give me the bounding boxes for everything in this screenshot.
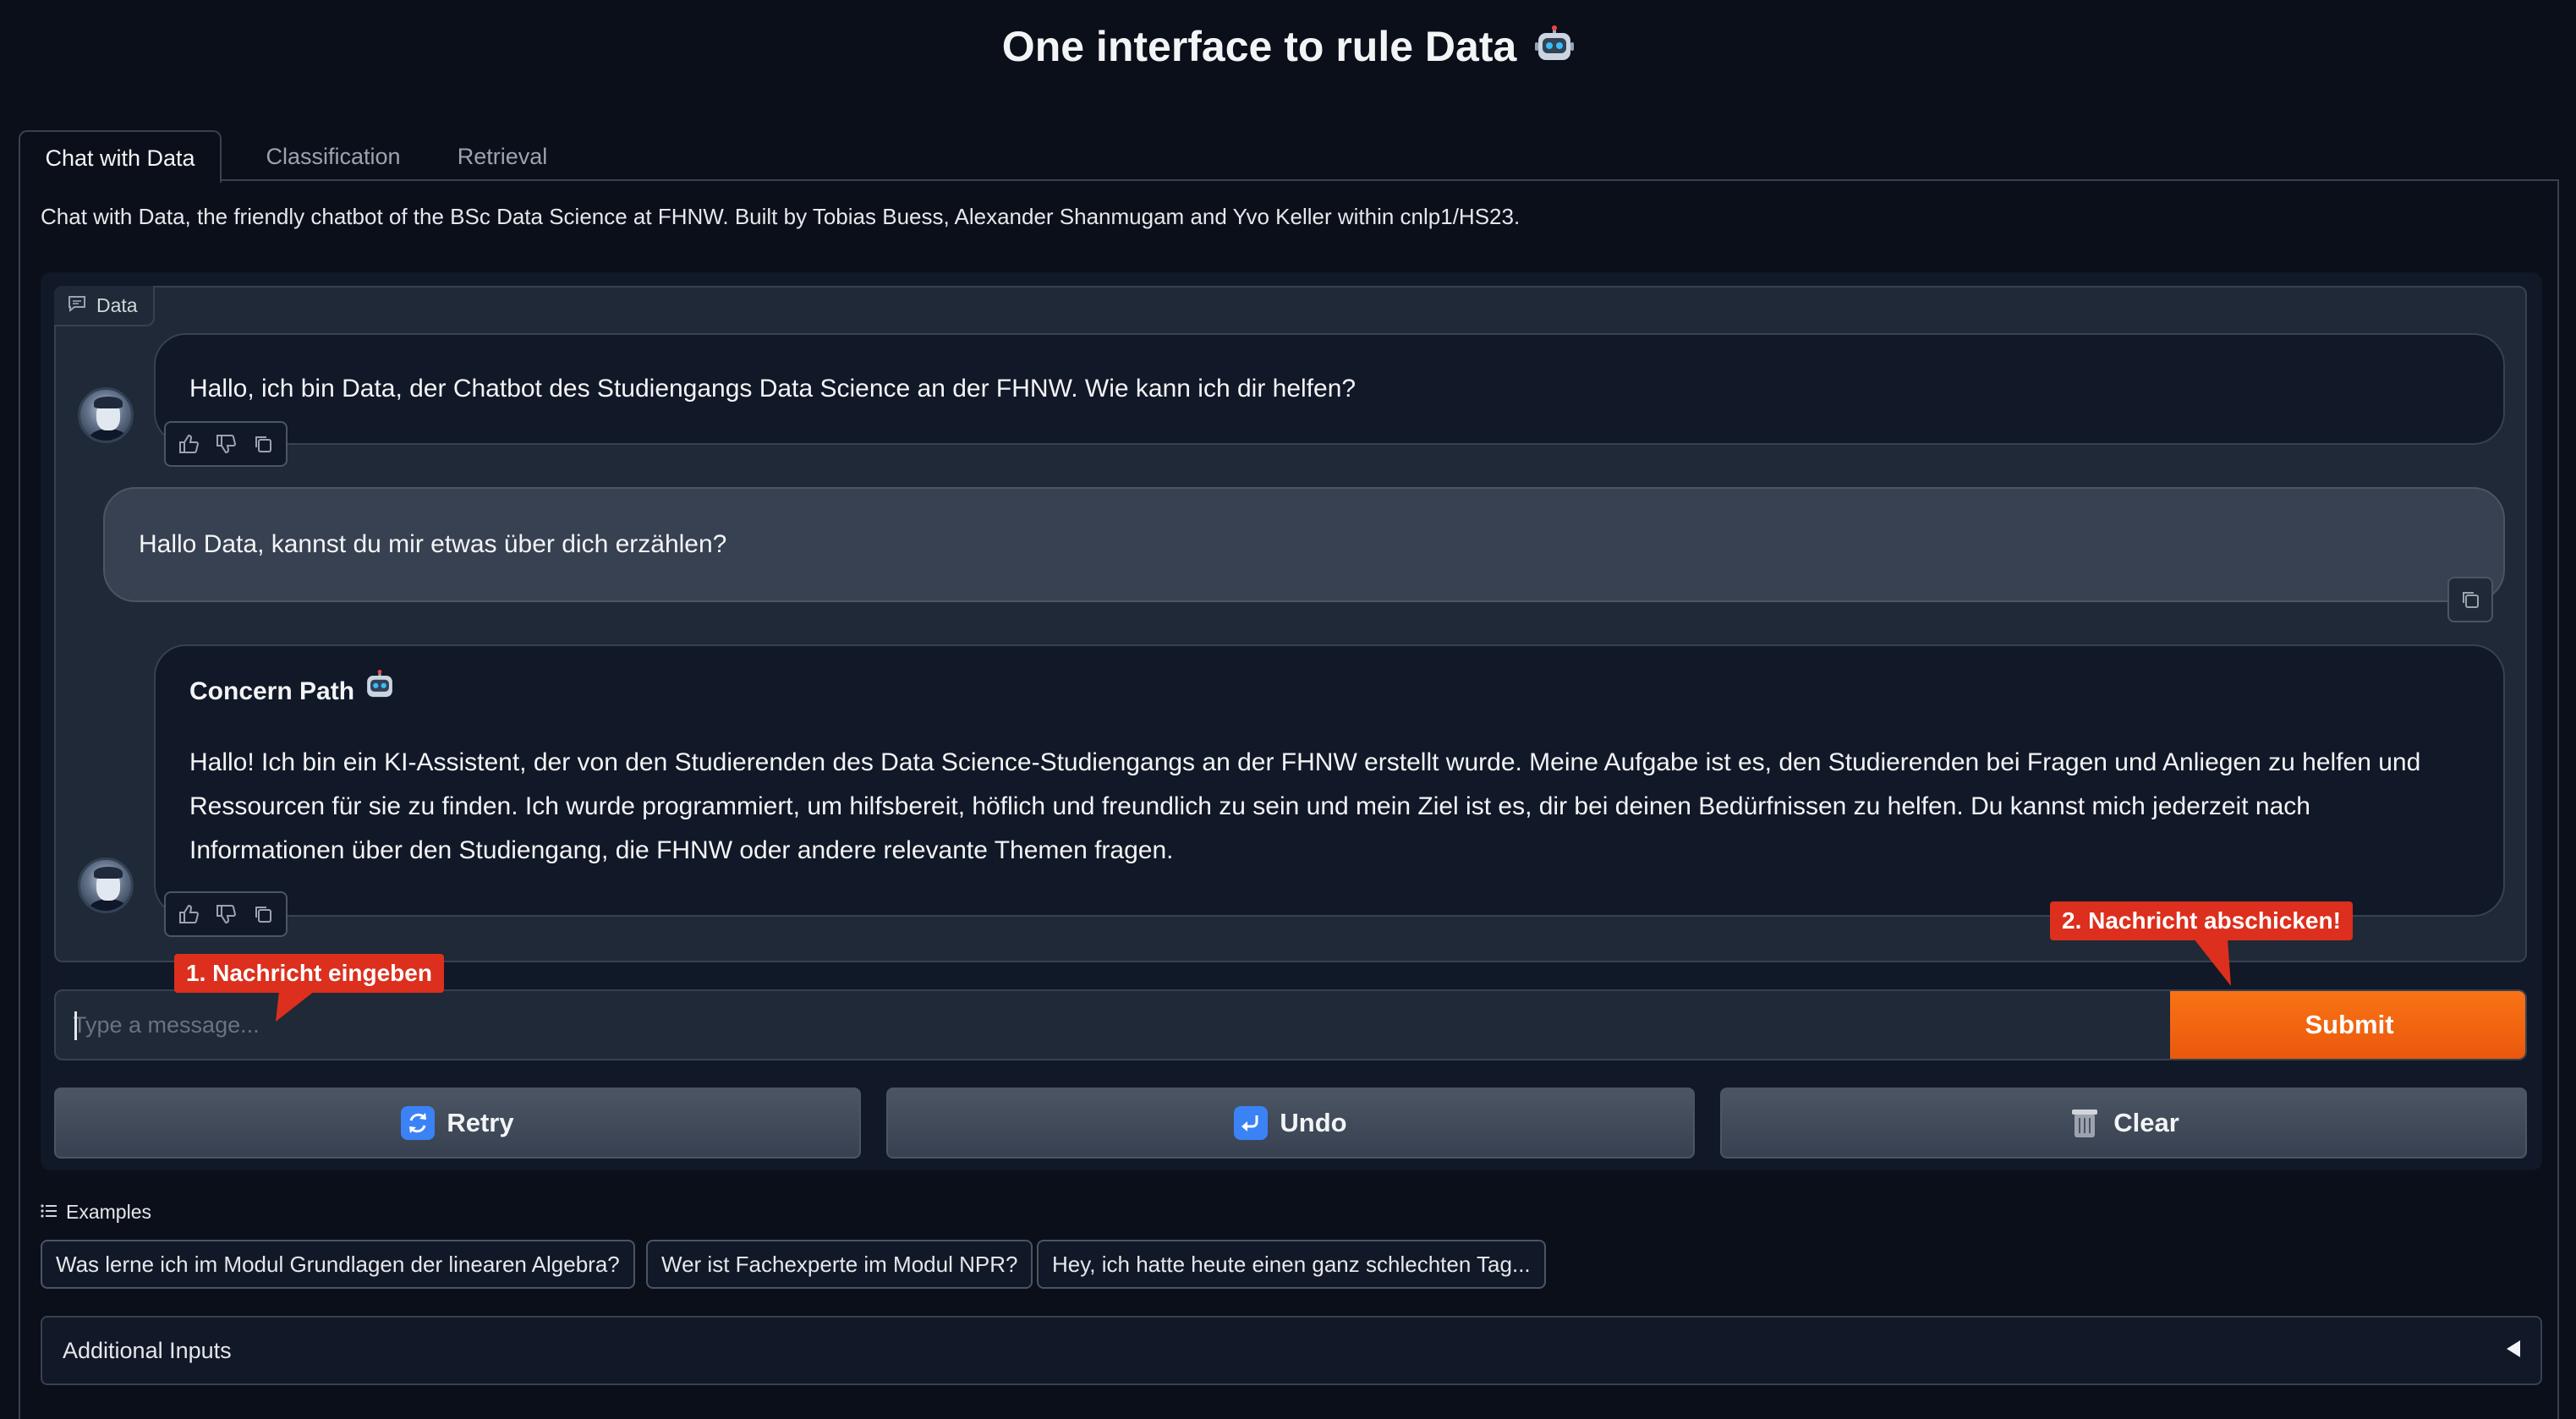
submit-tooltip-arrow bbox=[2194, 939, 2231, 986]
thumbs-up-icon[interactable] bbox=[171, 426, 206, 462]
thumbs-up-icon[interactable] bbox=[171, 896, 206, 932]
accordion-label: Additional Inputs bbox=[63, 1337, 232, 1363]
undo-label: Undo bbox=[1280, 1108, 1347, 1137]
page-title-text: One interface to rule Data bbox=[1001, 23, 1517, 70]
chatbot-label: Data bbox=[54, 286, 155, 326]
tab-chat-with-data[interactable]: Chat with Data bbox=[19, 130, 222, 183]
bot-message-text: Hallo, ich bin Data, der Chatbot des Stu… bbox=[189, 375, 1357, 403]
examples-label: Examples bbox=[41, 1201, 151, 1224]
message-actions bbox=[164, 421, 288, 467]
tab-retrieval[interactable]: Retrieval bbox=[435, 130, 570, 183]
text-caret bbox=[74, 1011, 77, 1040]
robot-icon bbox=[1535, 25, 1575, 74]
example-button[interactable]: Hey, ich hatte heute einen ganz schlecht… bbox=[1037, 1240, 1546, 1289]
message-actions bbox=[164, 891, 288, 937]
caret-left-icon bbox=[2505, 1340, 2522, 1362]
submit-tooltip: 2. Nachricht abschicken! bbox=[2050, 901, 2353, 940]
examples-label-text: Examples bbox=[66, 1201, 151, 1223]
tab-classification[interactable]: Classification bbox=[232, 130, 435, 183]
chatbot-label-text: Data bbox=[96, 293, 138, 316]
trash-icon bbox=[2068, 1106, 2102, 1140]
example-button[interactable]: Was lerne ich im Modul Grundlagen der li… bbox=[41, 1240, 635, 1289]
message-input-row: Submit bbox=[54, 989, 2527, 1060]
user-message: Hallo Data, kannst du mir etwas über dic… bbox=[103, 487, 2505, 602]
bot-message-line: Hallo! Ich bin ein KI-Assistent, der von… bbox=[189, 748, 2421, 776]
page-title: One interface to rule Data bbox=[0, 22, 2576, 74]
retry-icon bbox=[401, 1106, 436, 1140]
chat-bubble-icon bbox=[68, 294, 86, 317]
retry-button[interactable]: Retry bbox=[54, 1088, 861, 1159]
thumbs-down-icon[interactable] bbox=[208, 426, 244, 462]
example-button[interactable]: Wer ist Fachexperte im Modul NPR? bbox=[646, 1240, 1033, 1289]
undo-icon bbox=[1234, 1106, 1269, 1140]
bot-avatar bbox=[78, 857, 134, 913]
list-icon bbox=[41, 1201, 58, 1224]
bot-avatar bbox=[78, 387, 134, 443]
copy-icon bbox=[2463, 592, 2479, 608]
copy-user-message-button[interactable] bbox=[2447, 577, 2493, 622]
submit-button[interactable]: Submit bbox=[2170, 991, 2525, 1059]
bot-message-line: Informationen über den Studiengang, die … bbox=[189, 836, 1174, 864]
user-message-text: Hallo Data, kannst du mir etwas über dic… bbox=[139, 530, 727, 558]
bot-message-title: Concern Path bbox=[189, 669, 2469, 715]
bot-message: Concern Path Hallo! Ich bin ein KI-Assis… bbox=[154, 644, 2505, 917]
bot-message: Hallo, ich bin Data, der Chatbot des Stu… bbox=[154, 333, 2505, 445]
app-description: Chat with Data, the friendly chatbot of … bbox=[41, 204, 1521, 229]
additional-inputs-accordion[interactable]: Additional Inputs bbox=[41, 1316, 2542, 1385]
robot-icon bbox=[364, 669, 395, 715]
bot-message-body: Hallo! Ich bin ein KI-Assistent, der von… bbox=[189, 741, 2469, 873]
bot-message-line: Ressourcen für sie zu finden. Ich wurde … bbox=[189, 792, 2310, 820]
input-tooltip-arrow bbox=[276, 991, 315, 1022]
message-input[interactable] bbox=[56, 991, 2170, 1059]
thumbs-down-icon[interactable] bbox=[208, 896, 244, 932]
retry-label: Retry bbox=[447, 1108, 514, 1137]
input-tooltip: 1. Nachricht eingeben bbox=[174, 954, 444, 993]
clear-label: Clear bbox=[2113, 1108, 2179, 1137]
copy-icon[interactable] bbox=[245, 426, 281, 462]
undo-button[interactable]: Undo bbox=[886, 1088, 1695, 1159]
copy-icon[interactable] bbox=[245, 896, 281, 932]
clear-button[interactable]: Clear bbox=[1720, 1088, 2527, 1159]
